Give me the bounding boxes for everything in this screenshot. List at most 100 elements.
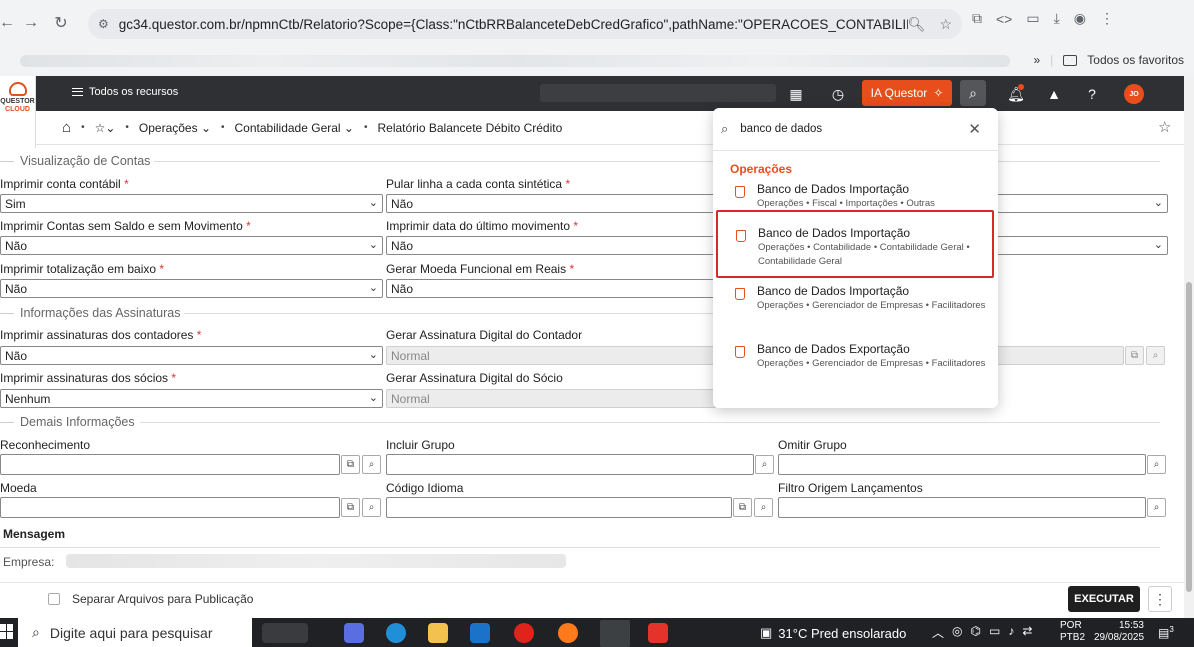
- site-info-icon[interactable]: ⚙: [98, 17, 109, 31]
- totalizacao-select[interactable]: Não ⌄: [0, 279, 383, 298]
- search-icon[interactable]: ⌕: [1147, 455, 1166, 474]
- ia-questor-button[interactable]: IA Questor ✧: [862, 80, 952, 106]
- search-result[interactable]: Banco de Dados Exportação Operações • Ge…: [717, 338, 993, 375]
- copy-icon[interactable]: ⧉: [1125, 346, 1144, 365]
- volume-icon[interactable]: ♪: [1008, 624, 1014, 641]
- favorite-star-icon[interactable]: ☆: [1158, 118, 1171, 136]
- bookmark-star-icon[interactable]: ☆: [939, 16, 952, 33]
- notification-center-icon[interactable]: ▤3: [1158, 625, 1174, 640]
- all-bookmarks-link[interactable]: Todos os favoritos: [1087, 53, 1184, 67]
- language-indicator[interactable]: POR PTB2: [1060, 620, 1085, 644]
- omitir-grupo-input[interactable]: [778, 454, 1146, 475]
- all-resources-button[interactable]: Todos os recursos: [72, 86, 178, 98]
- imprimir-conta-select[interactable]: Sim ⌄: [0, 194, 383, 213]
- display-icon[interactable]: ▭: [989, 624, 1000, 641]
- moeda-funcional-select[interactable]: Não: [386, 279, 720, 298]
- chevron-down-icon: ⌄: [368, 282, 378, 294]
- pular-linha-select[interactable]: Não: [386, 194, 720, 213]
- profile-icon[interactable]: ◉: [1074, 10, 1086, 27]
- taskbar-search[interactable]: ⌕ Digite aqui para pesquisar: [18, 618, 252, 647]
- copy-icon[interactable]: ⧉: [341, 498, 360, 517]
- bookmark-bar: » | Todos os favoritos: [0, 46, 1194, 76]
- weather-widget[interactable]: ▣ 31°C Pred ensolarado: [760, 625, 906, 641]
- separar-arquivos-checkbox[interactable]: [48, 593, 60, 605]
- outlook-icon[interactable]: [470, 623, 490, 643]
- calculator-icon[interactable]: ▦: [786, 84, 806, 104]
- reload-icon[interactable]: ↻: [48, 10, 74, 36]
- edge-icon[interactable]: [386, 623, 406, 643]
- download-icon[interactable]: ⤓: [1054, 10, 1060, 27]
- forward-icon[interactable]: →: [18, 10, 44, 36]
- search-query[interactable]: banco de dados: [740, 123, 968, 135]
- more-options-icon[interactable]: ⋮: [1148, 586, 1172, 612]
- moeda-funcional-label: Gerar Moeda Funcional em Reais *: [386, 262, 575, 276]
- copy-icon[interactable]: ⧉: [733, 498, 752, 517]
- url-text[interactable]: gc34.questor.com.br/npmnCtb/Relatorio?Sc…: [119, 17, 908, 32]
- ia-questor-label: IA Questor: [870, 86, 928, 100]
- back-icon[interactable]: ←: [0, 10, 20, 36]
- more-bookmarks-icon[interactable]: »: [1033, 53, 1040, 67]
- close-icon[interactable]: ✕: [968, 120, 981, 138]
- copilot-icon[interactable]: [344, 623, 364, 643]
- breadcrumb-contabilidade-geral[interactable]: Contabilidade Geral ⌄: [235, 121, 354, 135]
- incluir-grupo-input[interactable]: [386, 454, 754, 475]
- user-avatar[interactable]: JO: [1124, 84, 1144, 104]
- search-icon[interactable]: ⌕: [1147, 498, 1166, 517]
- scrollbar-thumb[interactable]: [1186, 282, 1192, 592]
- address-bar[interactable]: ⚙ gc34.questor.com.br/npmnCtb/Relatorio?…: [88, 9, 962, 39]
- search-icon[interactable]: ⌕: [755, 455, 774, 474]
- windows-taskbar: ⌕ Digite aqui para pesquisar ▣ 31°C Pred…: [0, 618, 1194, 647]
- clock[interactable]: 15:53 29/08/2025: [1094, 620, 1144, 644]
- network-icon[interactable]: ⌬: [971, 624, 981, 641]
- mensagem-title: Mensagem: [3, 527, 66, 541]
- filtro-origem-input[interactable]: [778, 497, 1146, 518]
- search-icon[interactable]: ⌕: [362, 455, 381, 474]
- chrome-icon[interactable]: [600, 620, 630, 647]
- devtools-icon[interactable]: <>: [996, 11, 1012, 27]
- history-icon[interactable]: ◷: [828, 84, 848, 104]
- reconhecimento-input[interactable]: [0, 454, 340, 475]
- chrome-menu-icon[interactable]: ⋮: [1100, 10, 1114, 27]
- ass-contadores-select[interactable]: Não ⌄: [0, 346, 383, 365]
- search-result[interactable]: Banco de Dados Importação Operações • Ge…: [717, 280, 993, 317]
- tray-app-icon[interactable]: ◎: [952, 624, 962, 641]
- favorites-icon[interactable]: ☆⌄: [95, 121, 116, 135]
- anydesk-icon[interactable]: [648, 623, 668, 643]
- chevron-down-icon: ⌄: [1153, 239, 1163, 251]
- file-explorer-icon[interactable]: [428, 623, 448, 643]
- imprimir-conta-label: Imprimir conta contábil *: [0, 177, 129, 191]
- ass-digital-contador-select[interactable]: Normal: [386, 346, 716, 365]
- global-search-button[interactable]: ⌕: [960, 80, 986, 106]
- help-icon[interactable]: ?: [1082, 84, 1102, 104]
- search-icon[interactable]: ⌕: [754, 498, 773, 517]
- ass-socios-select[interactable]: Nenhum ⌄: [0, 389, 383, 408]
- chevron-up-icon[interactable]: ︿: [932, 624, 944, 641]
- zoom-icon[interactable]: 🔍︎: [908, 16, 926, 33]
- moeda-input[interactable]: [0, 497, 340, 518]
- data-ultimo-select[interactable]: Não: [386, 236, 720, 255]
- document-icon: [735, 288, 745, 300]
- cloud-logo-icon: [8, 82, 27, 96]
- executar-button[interactable]: EXECUTAR: [1068, 586, 1140, 612]
- opera-icon[interactable]: [514, 623, 534, 643]
- extensions-icon[interactable]: ⧉: [972, 10, 982, 27]
- search-result-highlighted[interactable]: Banco de Dados Importação Operações • Co…: [716, 210, 994, 278]
- home-icon[interactable]: ⌂: [62, 119, 71, 136]
- codigo-idioma-input[interactable]: [386, 497, 732, 518]
- windows-start-icon[interactable]: [0, 624, 14, 640]
- sem-saldo-select[interactable]: Não ⌄: [0, 236, 383, 255]
- firefox-icon[interactable]: [558, 623, 578, 643]
- ass-digital-socio-select[interactable]: Normal: [386, 389, 716, 408]
- breadcrumb-operacoes[interactable]: Operações ⌄: [139, 121, 211, 135]
- hidden-select-1[interactable]: ⌄: [996, 194, 1168, 213]
- hidden-select-2[interactable]: ⌄: [996, 236, 1168, 255]
- alert-icon[interactable]: ▲: [1044, 84, 1064, 104]
- search-icon[interactable]: ⌕: [362, 498, 381, 517]
- input-icon[interactable]: ⇄: [1022, 624, 1032, 641]
- popup-search-field[interactable]: ⌕ banco de dados ✕: [721, 116, 991, 142]
- copy-icon[interactable]: ⧉: [341, 455, 360, 474]
- sidepanel-icon[interactable]: ▭: [1026, 10, 1039, 27]
- search-icon[interactable]: ⌕: [1146, 346, 1165, 365]
- questor-logo[interactable]: QUESTOR CLOUD: [0, 76, 36, 148]
- widgets-icon[interactable]: [262, 623, 308, 643]
